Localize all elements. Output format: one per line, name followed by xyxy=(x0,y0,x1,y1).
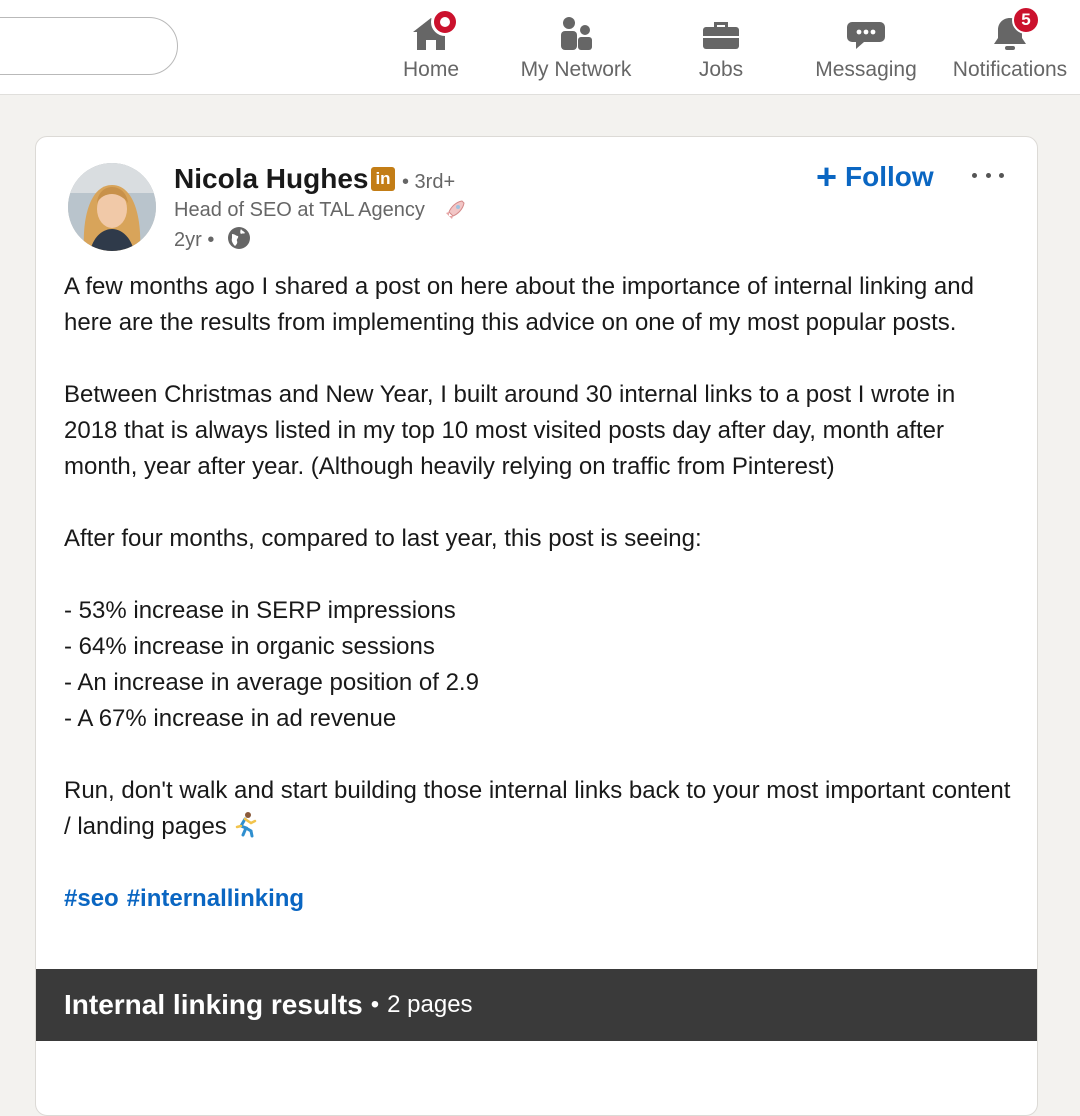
closing-text: Run, don't walk and start building those… xyxy=(64,777,1011,840)
hashtag-link[interactable]: #internallinking xyxy=(127,885,304,912)
linkedin-premium-icon: in xyxy=(371,167,395,191)
post-paragraph: A few months ago I shared a post on here… xyxy=(64,273,974,336)
bullet-item: - An increase in average position of 2.9 xyxy=(64,669,479,696)
bullet-item: - 64% increase in organic sessions xyxy=(64,633,435,660)
nav-my-network-label: My Network xyxy=(520,58,632,81)
follow-button[interactable]: + Follow xyxy=(816,157,934,197)
bullet-item: - 53% increase in SERP impressions xyxy=(64,597,456,624)
follow-label: Follow xyxy=(845,161,934,192)
plus-icon: + xyxy=(816,156,838,197)
author-avatar[interactable] xyxy=(68,163,156,251)
bell-icon: 5 xyxy=(988,6,1040,56)
rocket-icon xyxy=(446,200,465,219)
running-person-icon xyxy=(235,812,257,838)
hashtag-list: #seo #internallinking xyxy=(64,881,1014,917)
post-timestamp: 2yr • xyxy=(174,229,215,251)
briefcase-icon xyxy=(699,12,743,56)
post-bullet-list: - 53% increase in SERP impressions - 64%… xyxy=(64,593,1014,737)
nav-jobs-label: Jobs xyxy=(698,58,744,81)
document-page-count: 2 pages xyxy=(387,991,473,1018)
connection-degree: • 3rd+ xyxy=(402,171,456,193)
feed-post-card: Nicola Hughes in • 3rd+ Head of SEO at T… xyxy=(35,136,1038,1116)
nav-home-label: Home xyxy=(402,58,460,81)
nav-messaging-label: Messaging xyxy=(815,58,917,81)
nav-my-network[interactable]: My Network xyxy=(514,0,638,94)
more-options-icon[interactable] xyxy=(972,159,1004,191)
document-title: Internal linking results xyxy=(64,989,363,1020)
notifications-count-badge: 5 xyxy=(1012,6,1040,34)
home-icon xyxy=(409,8,459,56)
author-headline: Head of SEO at TAL Agency xyxy=(174,199,425,221)
post-paragraph-closing: Run, don't walk and start building those… xyxy=(64,773,1014,845)
post-text: A few months ago I shared a post on here… xyxy=(64,269,1014,917)
bullet-item: - A 67% increase in ad revenue xyxy=(64,705,397,732)
globe-icon xyxy=(228,227,250,249)
post-paragraph: Between Christmas and New Year, I built … xyxy=(64,381,956,480)
hashtag-link[interactable]: #seo xyxy=(64,885,119,912)
post-paragraph: After four months, compared to last year… xyxy=(64,525,702,552)
top-nav-bar: Home My Network Jobs Messaging 5 Notific… xyxy=(0,0,1080,95)
author-name[interactable]: Nicola Hughes xyxy=(174,163,368,195)
search-input[interactable] xyxy=(0,17,178,75)
document-attachment-header[interactable]: Internal linking results • 2 pages xyxy=(36,969,1037,1041)
chat-icon xyxy=(844,12,888,56)
nav-messaging[interactable]: Messaging xyxy=(811,0,921,94)
home-activity-dot xyxy=(431,8,459,36)
nav-notifications[interactable]: 5 Notifications xyxy=(948,0,1072,94)
document-separator: • xyxy=(370,991,380,1018)
nav-home[interactable]: Home xyxy=(398,0,464,94)
network-icon xyxy=(554,12,598,56)
nav-jobs[interactable]: Jobs xyxy=(690,0,752,94)
nav-notifications-label: Notifications xyxy=(952,58,1068,81)
